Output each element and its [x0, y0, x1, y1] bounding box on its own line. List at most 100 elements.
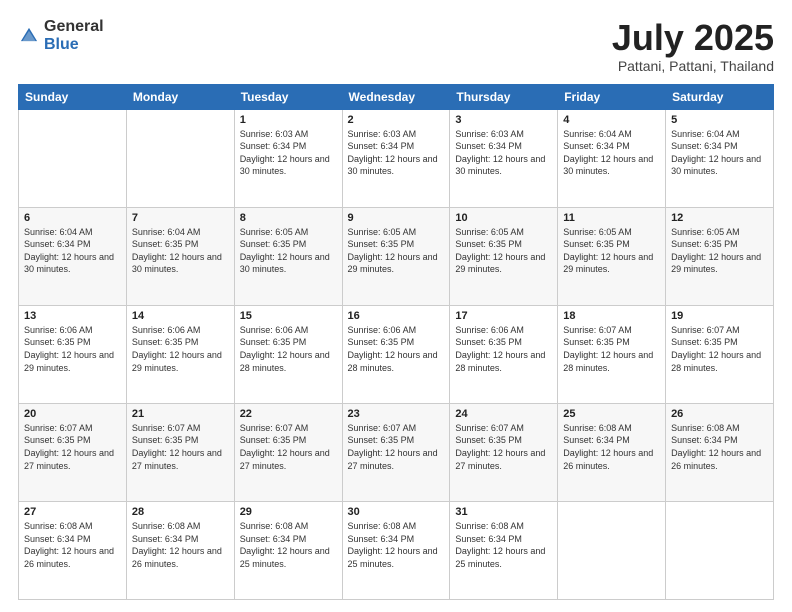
- day-info: Sunrise: 6:05 AMSunset: 6:35 PMDaylight:…: [455, 226, 552, 276]
- day-cell: 19Sunrise: 6:07 AMSunset: 6:35 PMDayligh…: [666, 305, 774, 403]
- day-number: 23: [348, 408, 445, 420]
- day-cell: 29 Sunrise: 6:08 AMSunset: 6:34 PMDayligh…: [234, 501, 342, 599]
- day-info: Sunrise: 6:08 AMSunset: 6:34 PMDaylight:…: [563, 422, 660, 472]
- day-number: 15: [240, 310, 337, 322]
- day-number: 21: [132, 408, 229, 420]
- day-cell: 6Sunrise: 6:04 AMSunset: 6:34 PMDaylight…: [19, 207, 127, 305]
- day-info: Sunrise: 6:06 AMSunset: 6:35 PMDaylight:…: [348, 324, 445, 374]
- header-monday: Monday: [126, 84, 234, 109]
- calendar-table: SundayMondayTuesdayWednesdayThursdayFrid…: [18, 84, 774, 600]
- day-info: Sunrise: 6:08 AMSunset: 6:34 PMDaylight:…: [132, 520, 229, 570]
- week-row-3: 13Sunrise: 6:06 AMSunset: 6:35 PMDayligh…: [19, 305, 774, 403]
- day-cell: 5 Sunrise: 6:04 AMSunset: 6:34 PMDaylight…: [666, 109, 774, 207]
- day-info: Sunrise: 6:03 AMSunset: 6:34 PMDaylight:…: [455, 128, 552, 178]
- day-cell: 13Sunrise: 6:06 AMSunset: 6:35 PMDayligh…: [19, 305, 127, 403]
- day-cell: 25 Sunrise: 6:08 AMSunset: 6:34 PMDayligh…: [558, 403, 666, 501]
- day-info: Sunrise: 6:08 AMSunset: 6:34 PMDaylight:…: [455, 520, 552, 570]
- day-info: Sunrise: 6:05 AMSunset: 6:35 PMDaylight:…: [240, 226, 337, 276]
- header-wednesday: Wednesday: [342, 84, 450, 109]
- day-number: 3: [455, 114, 552, 126]
- header-row: SundayMondayTuesdayWednesdayThursdayFrid…: [19, 84, 774, 109]
- day-cell: [666, 501, 774, 599]
- header-sunday: Sunday: [19, 84, 127, 109]
- day-cell: 28 Sunrise: 6:08 AMSunset: 6:34 PMDayligh…: [126, 501, 234, 599]
- day-info: Sunrise: 6:07 AMSunset: 6:35 PMDaylight:…: [563, 324, 660, 374]
- day-number: 30: [348, 506, 445, 518]
- day-info: Sunrise: 6:04 AMSunset: 6:35 PMDaylight:…: [132, 226, 229, 276]
- day-cell: 22Sunrise: 6:07 AMSunset: 6:35 PMDayligh…: [234, 403, 342, 501]
- day-info: Sunrise: 6:03 AMSunset: 6:34 PMDaylight:…: [348, 128, 445, 178]
- day-info: Sunrise: 6:05 AMSunset: 6:35 PMDaylight:…: [348, 226, 445, 276]
- day-info: Sunrise: 6:06 AMSunset: 6:35 PMDaylight:…: [24, 324, 121, 374]
- day-info: Sunrise: 6:05 AMSunset: 6:35 PMDaylight:…: [563, 226, 660, 276]
- day-cell: 20 Sunrise: 6:07 AMSunset: 6:35 PMDayligh…: [19, 403, 127, 501]
- day-cell: 2 Sunrise: 6:03 AMSunset: 6:34 PMDaylight…: [342, 109, 450, 207]
- day-info: Sunrise: 6:08 AMSunset: 6:34 PMDaylight:…: [671, 422, 768, 472]
- day-info: Sunrise: 6:06 AMSunset: 6:35 PMDaylight:…: [455, 324, 552, 374]
- logo-general: General: [44, 18, 104, 35]
- day-cell: 8 Sunrise: 6:05 AMSunset: 6:35 PMDaylight…: [234, 207, 342, 305]
- day-number: 28: [132, 506, 229, 518]
- day-cell: 21Sunrise: 6:07 AMSunset: 6:35 PMDayligh…: [126, 403, 234, 501]
- header-thursday: Thursday: [450, 84, 558, 109]
- day-number: 10: [455, 212, 552, 224]
- day-cell: 14Sunrise: 6:06 AMSunset: 6:35 PMDayligh…: [126, 305, 234, 403]
- day-info: Sunrise: 6:05 AMSunset: 6:35 PMDaylight:…: [671, 226, 768, 276]
- day-cell: 3 Sunrise: 6:03 AMSunset: 6:34 PMDaylight…: [450, 109, 558, 207]
- day-number: 1: [240, 114, 337, 126]
- day-number: 31: [455, 506, 552, 518]
- week-row-1: 1 Sunrise: 6:03 AMSunset: 6:34 PMDaylight…: [19, 109, 774, 207]
- header-tuesday: Tuesday: [234, 84, 342, 109]
- day-info: Sunrise: 6:08 AMSunset: 6:34 PMDaylight:…: [24, 520, 121, 570]
- day-cell: 23 Sunrise: 6:07 AMSunset: 6:35 PMDayligh…: [342, 403, 450, 501]
- day-cell: 27 Sunrise: 6:08 AMSunset: 6:34 PMDayligh…: [19, 501, 127, 599]
- day-number: 9: [348, 212, 445, 224]
- day-cell: 15 Sunrise: 6:06 AMSunset: 6:35 PMDayligh…: [234, 305, 342, 403]
- header-friday: Friday: [558, 84, 666, 109]
- day-number: 2: [348, 114, 445, 126]
- day-number: 11: [563, 212, 660, 224]
- day-number: 25: [563, 408, 660, 420]
- day-number: 24: [455, 408, 552, 420]
- day-cell: 26 Sunrise: 6:08 AMSunset: 6:34 PMDayligh…: [666, 403, 774, 501]
- day-number: 20: [24, 408, 121, 420]
- week-row-2: 6Sunrise: 6:04 AMSunset: 6:34 PMDaylight…: [19, 207, 774, 305]
- day-number: 17: [455, 310, 552, 322]
- day-number: 5: [671, 114, 768, 126]
- day-cell: 18 Sunrise: 6:07 AMSunset: 6:35 PMDayligh…: [558, 305, 666, 403]
- day-info: Sunrise: 6:08 AMSunset: 6:34 PMDaylight:…: [240, 520, 337, 570]
- day-cell: 12 Sunrise: 6:05 AMSunset: 6:35 PMDayligh…: [666, 207, 774, 305]
- header: General Blue July 2025 Pattani, Pattani,…: [18, 18, 774, 74]
- day-info: Sunrise: 6:07 AMSunset: 6:35 PMDaylight:…: [348, 422, 445, 472]
- day-cell: 11 Sunrise: 6:05 AMSunset: 6:35 PMDayligh…: [558, 207, 666, 305]
- day-number: 4: [563, 114, 660, 126]
- day-info: Sunrise: 6:07 AMSunset: 6:35 PMDaylight:…: [240, 422, 337, 472]
- day-number: 7: [132, 212, 229, 224]
- day-number: 14: [132, 310, 229, 322]
- day-info: Sunrise: 6:06 AMSunset: 6:35 PMDaylight:…: [240, 324, 337, 374]
- day-cell: 10 Sunrise: 6:05 AMSunset: 6:35 PMDayligh…: [450, 207, 558, 305]
- day-cell: 9 Sunrise: 6:05 AMSunset: 6:35 PMDaylight…: [342, 207, 450, 305]
- day-info: Sunrise: 6:07 AMSunset: 6:35 PMDaylight:…: [671, 324, 768, 374]
- logo-icon: [18, 25, 40, 47]
- day-number: 12: [671, 212, 768, 224]
- day-info: Sunrise: 6:07 AMSunset: 6:35 PMDaylight:…: [24, 422, 121, 472]
- week-row-5: 27 Sunrise: 6:08 AMSunset: 6:34 PMDayligh…: [19, 501, 774, 599]
- day-number: 8: [240, 212, 337, 224]
- day-number: 29: [240, 506, 337, 518]
- day-info: Sunrise: 6:04 AMSunset: 6:34 PMDaylight:…: [24, 226, 121, 276]
- title-month: July 2025: [612, 18, 774, 58]
- calendar-page: General Blue July 2025 Pattani, Pattani,…: [0, 0, 792, 612]
- day-info: Sunrise: 6:03 AMSunset: 6:34 PMDaylight:…: [240, 128, 337, 178]
- day-number: 27: [24, 506, 121, 518]
- day-info: Sunrise: 6:04 AMSunset: 6:34 PMDaylight:…: [671, 128, 768, 178]
- day-cell: 30Sunrise: 6:08 AMSunset: 6:34 PMDayligh…: [342, 501, 450, 599]
- day-cell: 1 Sunrise: 6:03 AMSunset: 6:34 PMDaylight…: [234, 109, 342, 207]
- day-cell: [126, 109, 234, 207]
- day-number: 16: [348, 310, 445, 322]
- day-cell: 17 Sunrise: 6:06 AMSunset: 6:35 PMDayligh…: [450, 305, 558, 403]
- day-number: 18: [563, 310, 660, 322]
- header-saturday: Saturday: [666, 84, 774, 109]
- day-number: 26: [671, 408, 768, 420]
- day-cell: 31 Sunrise: 6:08 AMSunset: 6:34 PMDayligh…: [450, 501, 558, 599]
